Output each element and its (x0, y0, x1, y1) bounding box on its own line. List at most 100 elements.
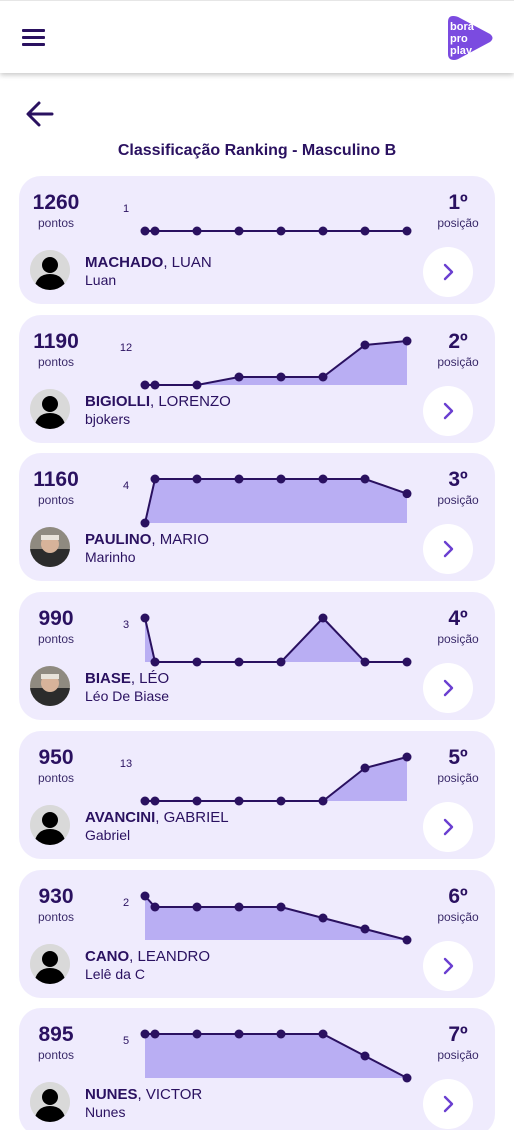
history-point (192, 902, 202, 911)
player-nickname: Marinho (85, 549, 136, 566)
view-player-button[interactable] (423, 247, 473, 297)
history-point (402, 489, 412, 499)
chevron-right-icon (443, 957, 454, 974)
player-avatar (30, 388, 70, 429)
points-value: 1260 (32, 191, 80, 214)
hamburger-menu-icon[interactable] (22, 27, 46, 47)
games-count: 4 (122, 480, 130, 493)
points-label: pontos (37, 909, 75, 924)
history-point (192, 226, 202, 236)
history-point (276, 226, 286, 236)
history-point (150, 796, 160, 806)
history-line (144, 616, 407, 664)
player-name: CANO, LEANDRO (85, 948, 210, 965)
player-name: BIGIOLLI, LORENZO (85, 393, 231, 410)
games-count: 13 (119, 757, 133, 770)
position-value: 4º (448, 607, 468, 631)
history-point (234, 902, 244, 911)
ranking-card[interactable]: 950 pontos 13 5º posição AVANCINI, GABRIEL Gab… (19, 730, 495, 859)
history-point (276, 902, 286, 911)
chevron-right-icon (443, 1095, 454, 1113)
position-history-chart (140, 474, 412, 528)
history-point (192, 796, 202, 806)
position-value: 1º (448, 191, 468, 214)
history-point (150, 380, 160, 390)
view-player-button[interactable] (423, 940, 473, 991)
history-point (150, 657, 160, 667)
history-point (276, 657, 286, 667)
history-point (234, 372, 244, 382)
view-player-button[interactable] (423, 1079, 473, 1130)
points-label: pontos (37, 493, 75, 508)
history-point (150, 226, 160, 236)
player-name: NUNES, VICTOR (85, 1086, 202, 1103)
position-value: 3º (448, 468, 468, 492)
player-name: MACHADO, LUAN (85, 254, 212, 271)
view-player-button[interactable] (423, 524, 473, 575)
position-value: 7º (448, 1023, 468, 1047)
ranking-card[interactable]: 1190 pontos 12 2º posição BIGIOLLI, LORENZO bj… (19, 314, 495, 443)
player-avatar (30, 250, 70, 290)
ranking-card[interactable]: 1160 pontos 4 3º posição PAULINO, MARIO Marinh… (19, 453, 495, 582)
arrow-left-icon[interactable] (24, 98, 56, 130)
view-player-button[interactable] (423, 663, 473, 714)
history-point (276, 796, 286, 806)
points-value: 950 (38, 745, 74, 769)
ranking-card[interactable]: 1260 pontos 1 1º posição MACHADO, LUAN Luan (19, 176, 495, 304)
history-point (150, 902, 160, 911)
svg-text:bora: bora (450, 21, 475, 33)
player-avatar (30, 527, 70, 568)
history-point (318, 474, 328, 484)
history-point (360, 924, 370, 933)
history-area (145, 895, 407, 940)
points-value: 930 (38, 884, 74, 908)
history-point (402, 226, 412, 236)
ranking-card[interactable]: 895 pontos 5 7º posição NUNES, VICTOR Nunes (19, 1008, 495, 1130)
player-first-name: , LEANDRO (129, 947, 211, 965)
ranking-card[interactable]: 930 pontos 2 6º posição CANO, LEANDRO Lelê da … (19, 869, 495, 998)
games-count: 5 (122, 1035, 130, 1048)
games-count: 2 (122, 896, 130, 909)
svg-text:pro: pro (450, 33, 468, 45)
history-point (192, 657, 202, 667)
player-last-name: MACHADO (85, 254, 164, 271)
player-nickname: Léo De Biase (85, 688, 170, 705)
history-area (145, 618, 407, 663)
view-player-button[interactable] (423, 801, 473, 852)
position-value: 5º (448, 745, 468, 769)
ranking-list[interactable]: 1260 pontos 1 1º posição MACHADO, LUAN Luan 119… (19, 176, 495, 1130)
history-point (318, 796, 328, 806)
points-label: pontos (37, 632, 75, 647)
points-value: 895 (38, 1023, 74, 1047)
history-point (192, 380, 202, 390)
points-label: pontos (37, 354, 75, 369)
bora-pro-play-logo[interactable]: bora pro play (444, 12, 496, 64)
position-label: posição (437, 770, 479, 785)
view-player-button[interactable] (423, 385, 473, 436)
points-label: pontos (37, 770, 75, 785)
player-last-name: AVANCINI (85, 808, 156, 826)
history-point (318, 913, 328, 922)
player-last-name: BIASE (85, 670, 131, 688)
history-point (402, 752, 412, 762)
position-history-chart (140, 613, 412, 667)
position-label: posição (437, 354, 479, 369)
points-label: pontos (37, 216, 75, 230)
points-label: pontos (37, 1048, 75, 1063)
ranking-card[interactable]: 990 pontos 3 4º posição BIASE, LÉO Léo De Bias… (19, 592, 495, 721)
history-point (276, 1029, 286, 1039)
history-point (402, 336, 412, 346)
position-history-chart (140, 752, 412, 806)
chevron-right-icon (443, 679, 454, 697)
history-point (318, 613, 328, 623)
player-nickname: bjokers (85, 410, 131, 427)
history-point (140, 1029, 150, 1039)
player-first-name: , LUAN (163, 254, 212, 271)
chevron-right-icon (443, 541, 454, 558)
history-point (360, 657, 370, 667)
history-point (140, 613, 150, 623)
history-point (192, 474, 202, 484)
position-label: posição (437, 1048, 479, 1063)
history-point (318, 372, 328, 382)
position-history-chart (140, 891, 412, 944)
